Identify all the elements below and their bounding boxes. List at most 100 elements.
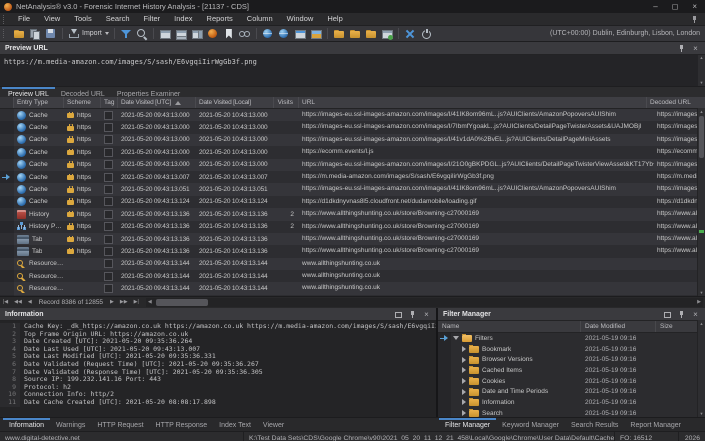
scroll-right-icon[interactable]: ▶ [695, 298, 703, 307]
toolbar-picture-viewer-button[interactable] [309, 27, 323, 41]
expand-arrow-icon[interactable] [462, 367, 466, 373]
column-header-decoded-url[interactable]: Decoded URL [647, 97, 705, 108]
tab-search-results[interactable]: Search Results [565, 418, 624, 431]
scroll-down-icon[interactable]: ▼ [698, 80, 705, 86]
menu-item-tools[interactable]: Tools [67, 13, 99, 25]
toolbar-import-button[interactable]: Import [67, 27, 110, 41]
filter-vertical-scrollbar[interactable]: ▲ ▼ [697, 320, 705, 417]
maximize-button[interactable]: ◻ [672, 0, 679, 13]
table-row[interactable]: Cachehttps2021-05-20 09:43:13.1242021-05… [0, 196, 705, 208]
tab-warnings[interactable]: Warnings [50, 418, 91, 431]
tag-checkbox[interactable] [104, 247, 113, 256]
tag-checkbox[interactable] [104, 210, 113, 219]
expand-arrow-icon[interactable] [462, 410, 466, 416]
grid-vertical-scrollbar[interactable]: ▲ ▼ [697, 108, 705, 296]
next-page-button[interactable]: ▶▶ [117, 297, 131, 308]
table-row[interactable]: Cachehttps2021-05-20 09:43:13.0002021-05… [0, 146, 705, 158]
maximize-panel-icon[interactable] [394, 310, 403, 319]
table-row[interactable]: Cachehttps2021-05-20 09:43:13.0002021-05… [0, 159, 705, 171]
horizontal-scrollbar[interactable]: ◀ ▶ [146, 298, 703, 307]
menu-item-filter[interactable]: Filter [137, 13, 168, 25]
preview-scrollbar[interactable]: ▲ ▼ [698, 55, 705, 86]
toolbar-record-marker-button[interactable] [206, 27, 220, 41]
tag-checkbox[interactable] [104, 235, 113, 244]
toolbar-close-case-button[interactable] [403, 27, 417, 41]
close-button[interactable]: × [692, 0, 697, 13]
tab-report-manager[interactable]: Report Manager [624, 418, 687, 431]
filter-tree-row[interactable]: Bookmark2021-05-19 09:16 [438, 344, 705, 355]
table-row[interactable]: Historyhttps2021-05-20 09:43:13.1362021-… [0, 208, 705, 220]
table-row[interactable]: Cachehttps2021-05-20 09:43:13.0512021-05… [0, 183, 705, 195]
tab-information[interactable]: Information [3, 418, 50, 431]
filter-tree-row[interactable]: Cookies2021-05-19 09:16 [438, 376, 705, 387]
filter-tree-row[interactable]: Search2021-05-19 09:16 [438, 408, 705, 417]
scroll-down-icon[interactable]: ▼ [698, 289, 705, 296]
table-row[interactable]: Resource Pref...2021-05-20 09:43:13.1442… [0, 282, 705, 294]
scroll-down-icon[interactable]: ▼ [698, 410, 705, 417]
tag-checkbox[interactable] [104, 222, 113, 231]
column-header-date-utc[interactable]: Date Visited [UTC] [118, 97, 196, 108]
toolbar-grid-detail-view-button[interactable] [174, 27, 188, 41]
tag-checkbox[interactable] [104, 135, 113, 144]
table-row[interactable]: Cachehttps2021-05-20 09:43:13.0002021-05… [0, 134, 705, 146]
toolbar-browser-window-button[interactable] [293, 27, 307, 41]
column-header-date-local[interactable]: Date Visited [Local] [196, 97, 274, 108]
tab-filter-manager[interactable]: Filter Manager [439, 418, 496, 431]
first-record-button[interactable]: |◀ [0, 297, 11, 308]
toolbar-grid-view-button[interactable] [158, 27, 172, 41]
toolbar-save-button[interactable] [44, 27, 58, 41]
table-row[interactable]: Resource Pref...2021-05-20 09:43:13.1442… [0, 295, 705, 296]
table-row[interactable]: Cachehttps2021-05-20 09:43:13.0002021-05… [0, 121, 705, 133]
menu-item-help[interactable]: Help [320, 13, 349, 25]
filter-tree-row[interactable]: Browser Versions2021-05-19 09:16 [438, 354, 705, 365]
close-icon[interactable]: × [691, 44, 700, 53]
filter-tree-row[interactable]: Filters2021-05-19 09:16 [438, 333, 705, 344]
expand-arrow-icon[interactable] [462, 346, 466, 352]
tag-checkbox[interactable] [104, 111, 113, 120]
tag-checkbox[interactable] [104, 197, 113, 206]
tab-index-text[interactable]: Index Text [213, 418, 257, 431]
toolbar-copy-button[interactable] [28, 27, 42, 41]
scroll-up-icon[interactable]: ▲ [698, 108, 705, 115]
scrollbar-thumb[interactable] [699, 116, 704, 158]
table-row[interactable]: Tabhttps2021-05-20 09:43:13.1362021-05-2… [0, 233, 705, 245]
menu-item-column[interactable]: Column [240, 13, 280, 25]
column-header-url[interactable]: URL [299, 97, 647, 108]
toolbar-bookmark-button[interactable] [222, 27, 236, 41]
close-icon[interactable]: × [691, 310, 700, 319]
scroll-left-icon[interactable]: ◀ [146, 298, 154, 307]
tag-checkbox[interactable] [104, 272, 113, 281]
scroll-up-icon[interactable]: ▲ [698, 55, 705, 61]
next-record-button[interactable]: ▶ [107, 297, 117, 308]
toolbar-link-button[interactable] [238, 27, 252, 41]
menu-item-view[interactable]: View [37, 13, 67, 25]
pin-icon[interactable] [408, 310, 417, 319]
expand-arrow-icon[interactable] [462, 399, 466, 405]
menu-item-reports[interactable]: Reports [200, 13, 240, 25]
tab-viewer[interactable]: Viewer [257, 418, 290, 431]
expand-arrow-icon[interactable] [462, 378, 466, 384]
tag-checkbox[interactable] [104, 148, 113, 157]
tab-keyword-manager[interactable]: Keyword Manager [496, 418, 565, 431]
toolbar-grid-panel-view-button[interactable] [190, 27, 204, 41]
menu-item-search[interactable]: Search [99, 13, 137, 25]
tab-http-request[interactable]: HTTP Request [91, 418, 149, 431]
tag-checkbox[interactable] [104, 160, 113, 169]
menu-item-window[interactable]: Window [280, 13, 321, 25]
scroll-up-icon[interactable]: ▲ [698, 320, 705, 327]
toolbar-export-folder-alt-button[interactable] [348, 27, 362, 41]
toolbar-export-folder-button[interactable] [332, 27, 346, 41]
minimize-button[interactable]: – [653, 0, 657, 13]
column-header-entry-type[interactable]: Entry Type [14, 97, 64, 108]
column-header-visits[interactable]: Visits [274, 97, 299, 108]
notification-pin-icon[interactable] [691, 15, 699, 24]
tag-checkbox[interactable] [104, 123, 113, 132]
prev-record-button[interactable]: ◀ [25, 297, 35, 308]
table-row[interactable]: Resource Pref...2021-05-20 09:43:13.1442… [0, 258, 705, 270]
column-header-scheme[interactable]: Scheme [64, 97, 101, 108]
tag-checkbox[interactable] [104, 185, 113, 194]
table-row[interactable]: Tabhttps2021-05-20 09:43:13.1362021-05-2… [0, 245, 705, 257]
menu-item-file[interactable]: File [11, 13, 37, 25]
collapse-arrow-icon[interactable] [453, 336, 459, 340]
close-icon[interactable]: × [422, 310, 431, 319]
